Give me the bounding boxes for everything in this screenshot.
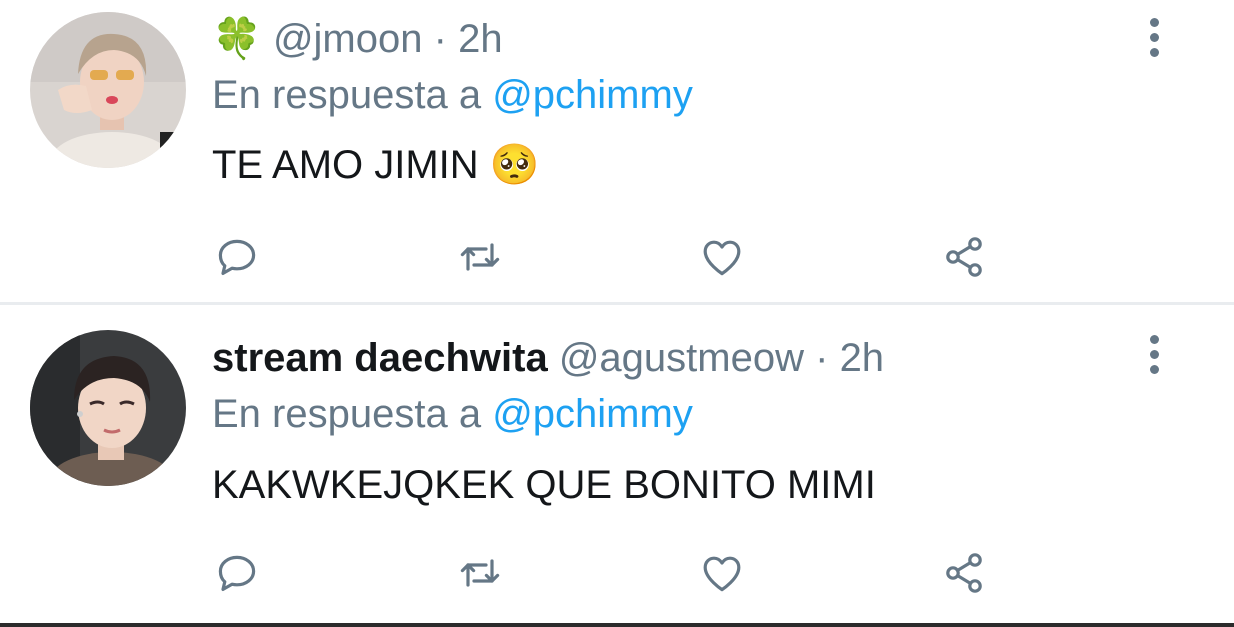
reply-mention-link[interactable]: @pchimmy	[492, 73, 693, 117]
reply-prefix: En respuesta a	[212, 392, 482, 436]
reply-context: En respuesta a @pchimmy	[212, 390, 693, 438]
handle[interactable]: @agustmeow	[559, 336, 804, 380]
like-button[interactable]	[694, 229, 750, 285]
pleading-face-emoji: 🥺	[489, 143, 540, 187]
avatar[interactable]	[30, 330, 186, 486]
more-vertical-icon[interactable]	[1141, 335, 1167, 383]
tweet[interactable]: stream daechwita @agustmeow · 2h En resp…	[0, 305, 1234, 623]
like-button[interactable]	[694, 545, 750, 601]
tweet-text-content: TE AMO JIMIN	[212, 143, 479, 187]
tweet-text: KAKWKEJQKEK QUE BONITO MIMI	[212, 461, 876, 509]
share-button[interactable]	[936, 545, 992, 601]
action-bar	[0, 229, 1234, 285]
reply-context: En respuesta a @pchimmy	[212, 71, 693, 119]
tweet-header: stream daechwita @agustmeow · 2h	[212, 334, 884, 382]
clover-emoji: 🍀	[212, 17, 262, 61]
retweet-button[interactable]	[452, 229, 508, 285]
separator: ·	[815, 336, 829, 380]
share-icon	[946, 553, 982, 593]
retweet-icon	[460, 243, 500, 271]
timestamp[interactable]: 2h	[840, 336, 885, 380]
reply-mention-link[interactable]: @pchimmy	[492, 392, 693, 436]
comment-icon	[218, 555, 256, 591]
reply-button[interactable]	[209, 545, 265, 601]
share-button[interactable]	[936, 229, 992, 285]
comment-icon	[218, 239, 256, 275]
heart-icon	[703, 556, 741, 592]
more-vertical-icon[interactable]	[1141, 18, 1167, 66]
tweet[interactable]: 🍀 @jmoon · 2h En respuesta a @pchimmy TE…	[0, 0, 1234, 303]
share-icon	[946, 237, 982, 277]
action-bar	[0, 545, 1234, 601]
retweet-icon	[460, 559, 500, 587]
reply-button[interactable]	[209, 229, 265, 285]
timestamp[interactable]: 2h	[458, 17, 503, 61]
handle[interactable]: @jmoon	[273, 17, 423, 61]
heart-icon	[703, 240, 741, 276]
tweet-header: 🍀 @jmoon · 2h	[212, 15, 503, 63]
tweet-text-content: KAKWKEJQKEK QUE BONITO MIMI	[212, 463, 876, 507]
reply-prefix: En respuesta a	[212, 73, 482, 117]
display-name[interactable]: stream daechwita	[212, 336, 548, 380]
retweet-button[interactable]	[452, 545, 508, 601]
tweet-text: TE AMO JIMIN 🥺	[212, 141, 540, 189]
avatar[interactable]	[30, 12, 186, 168]
bottom-border	[0, 623, 1234, 627]
separator: ·	[433, 17, 447, 61]
